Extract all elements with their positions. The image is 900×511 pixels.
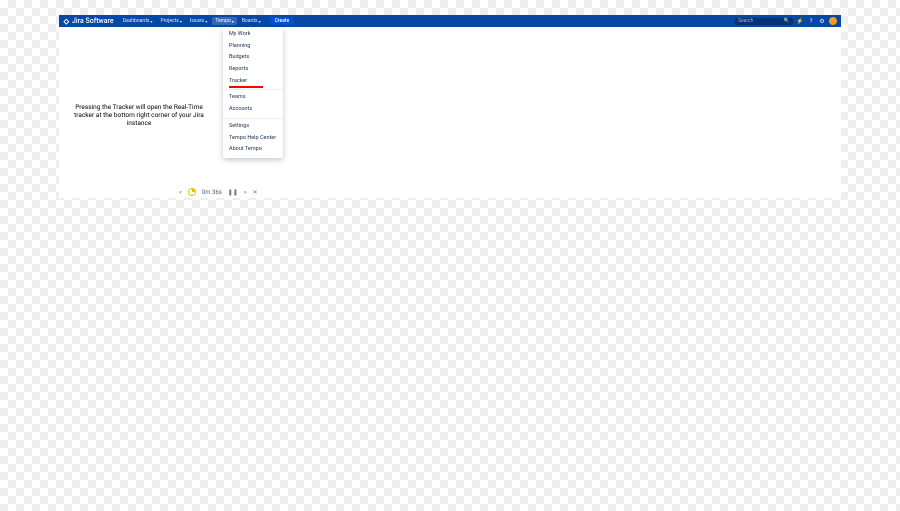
dropdown-about[interactable]: About Tempo [223, 144, 283, 156]
dropdown-teams[interactable]: Teams [223, 92, 283, 104]
nav-issues-label: Issues [190, 18, 205, 24]
playback-time: 0m 36s [202, 189, 222, 196]
nav-dashboards-label: Dashboards [123, 18, 150, 24]
search-placeholder: Search [738, 18, 753, 24]
playback-pause-button[interactable]: ❚❚ [228, 189, 238, 196]
top-bar: Jira Software Dashboards ▾ Projects ▾ Is… [59, 15, 841, 27]
chevron-down-icon: ▾ [150, 19, 152, 24]
primary-nav: Dashboards ▾ Projects ▾ Issues ▾ Tempo ▾… [120, 17, 295, 25]
nav-boards[interactable]: Boards ▾ [239, 17, 264, 25]
dropdown-my-work[interactable]: My Work [223, 29, 283, 41]
nav-projects[interactable]: Projects ▾ [157, 17, 184, 25]
app-frame: Jira Software Dashboards ▾ Projects ▾ Is… [59, 15, 841, 198]
dropdown-tracker[interactable]: Tracker [223, 76, 283, 88]
dropdown-separator [223, 89, 283, 90]
dropdown-accounts[interactable]: Accounts [223, 104, 283, 116]
chevron-down-icon: ▾ [180, 19, 182, 24]
nav-issues[interactable]: Issues ▾ [187, 17, 211, 25]
annotation-caption: Pressing the Tracker will open the Real-… [65, 103, 213, 127]
search-icon: 🔍 [784, 18, 790, 24]
chevron-down-icon: ▾ [205, 19, 207, 24]
playback-controls: « 0m 36s ❚❚ » ✕ [179, 188, 258, 196]
brand[interactable]: Jira Software [63, 17, 114, 25]
dropdown-help-center[interactable]: Tempo Help Center [223, 133, 283, 145]
create-button-label: Create [275, 18, 290, 24]
search-input[interactable]: Search 🔍 [735, 18, 793, 25]
avatar[interactable] [829, 17, 837, 25]
playback-rewind-button[interactable]: « [179, 189, 182, 196]
dropdown-planning[interactable]: Planning [223, 41, 283, 53]
help-icon[interactable]: ? [807, 17, 815, 25]
dropdown-settings[interactable]: Settings [223, 121, 283, 133]
nav-tempo-label: Tempo [215, 18, 230, 24]
dropdown-reports[interactable]: Reports [223, 64, 283, 76]
nav-dashboards[interactable]: Dashboards ▾ [120, 17, 156, 25]
brand-text: Jira Software [72, 17, 114, 25]
playback-progress-icon [188, 188, 196, 196]
lightning-icon[interactable]: ⚡ [796, 17, 804, 25]
tempo-dropdown: My Work Planning Budgets Reports Tracker… [223, 27, 283, 158]
playback-forward-button[interactable]: » [244, 189, 247, 196]
settings-gear-icon[interactable]: ⚙ [818, 17, 826, 25]
playback-close-button[interactable]: ✕ [253, 189, 258, 196]
nav-projects-label: Projects [160, 18, 178, 24]
chevron-down-icon: ▾ [232, 19, 234, 24]
chevron-down-icon: ▾ [259, 19, 261, 24]
nav-boards-label: Boards [242, 18, 258, 24]
nav-tempo[interactable]: Tempo ▾ [212, 17, 236, 25]
create-button[interactable]: Create [270, 17, 295, 25]
jira-logo-icon [63, 18, 70, 25]
dropdown-budgets[interactable]: Budgets [223, 52, 283, 64]
dropdown-separator [223, 118, 283, 119]
